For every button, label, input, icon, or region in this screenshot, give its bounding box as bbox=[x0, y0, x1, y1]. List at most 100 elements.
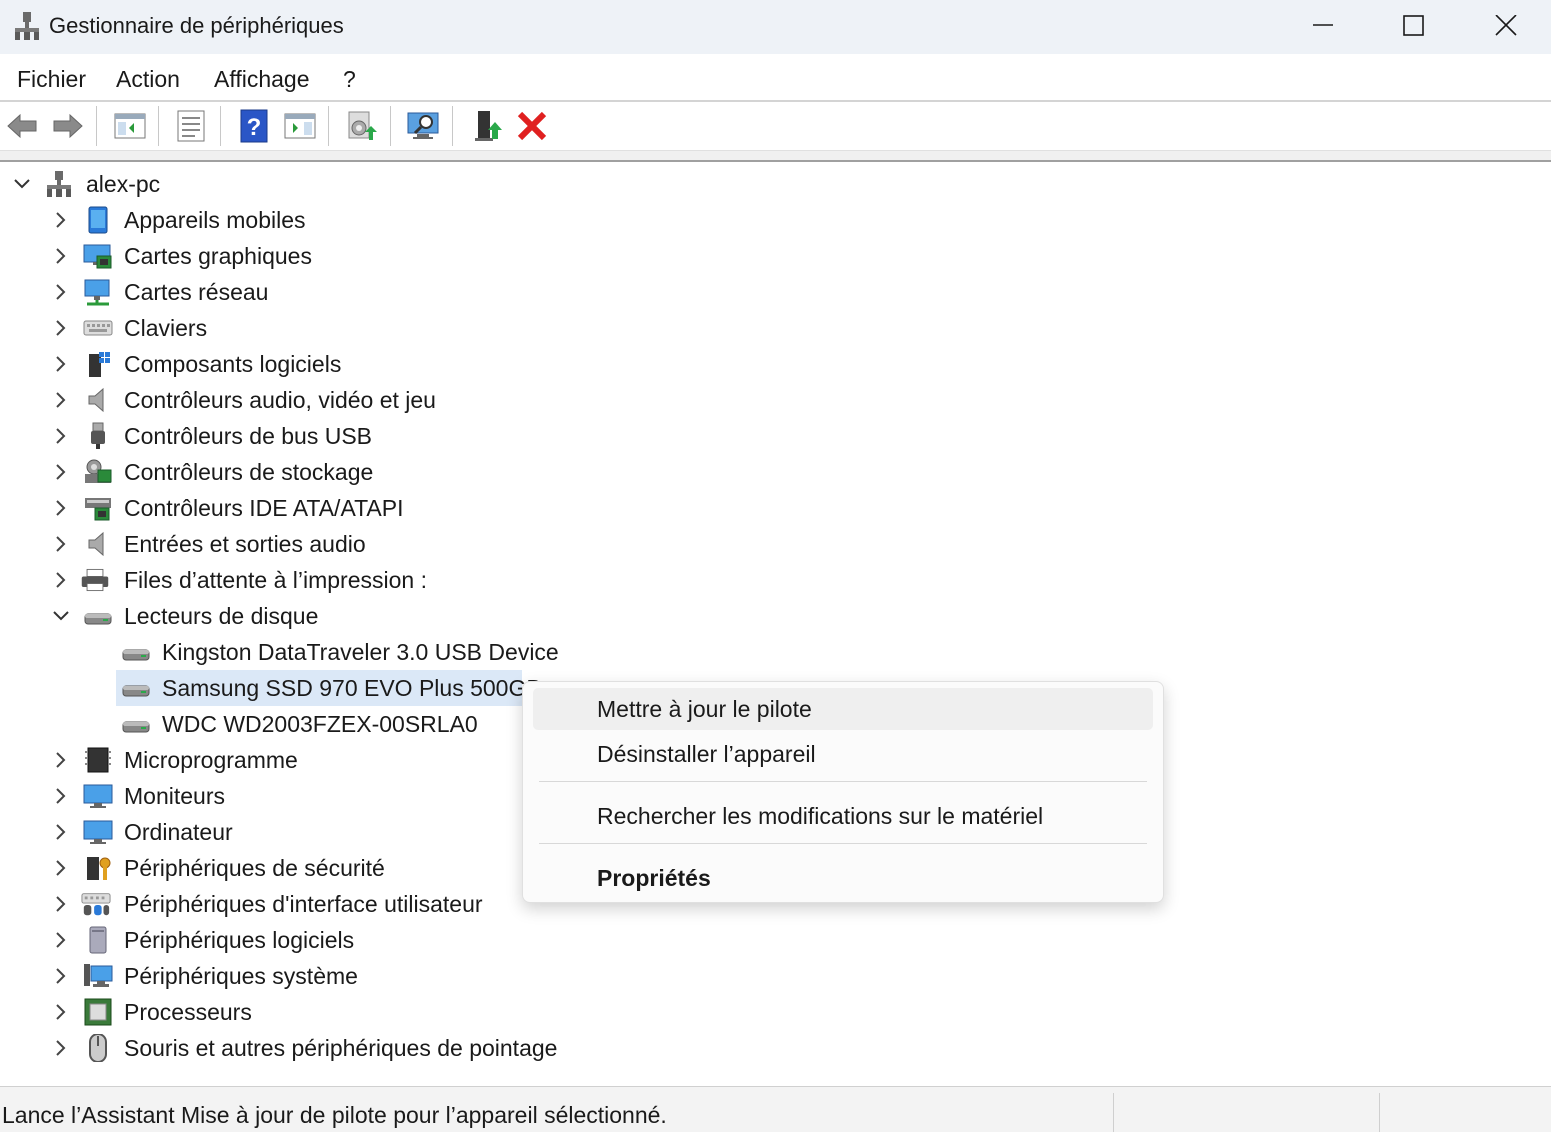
chevron-right-icon[interactable] bbox=[52, 319, 70, 337]
chevron-right-icon[interactable] bbox=[52, 391, 70, 409]
tree-item-label: Périphériques de sécurité bbox=[124, 855, 385, 881]
tree-item-cartes-graphiques[interactable]: Cartes graphiques bbox=[0, 238, 1000, 274]
tree-item-label: Périphériques logiciels bbox=[124, 927, 355, 953]
chevron-right-icon[interactable] bbox=[52, 1039, 70, 1057]
tree-item-label: Appareils mobiles bbox=[124, 207, 306, 233]
tree-item-peripheriques-logiciels[interactable]: Périphériques logiciels bbox=[0, 922, 1000, 958]
ctx-properties[interactable]: Propriétés bbox=[533, 857, 1153, 899]
disk-drive-icon bbox=[122, 685, 150, 697]
tree-item-cartes-reseau[interactable]: Cartes réseau bbox=[0, 274, 1000, 310]
ctx-separator bbox=[539, 843, 1147, 844]
tree-item-label: WDC WD2003FZEX-00SRLA0 bbox=[162, 711, 478, 737]
chevron-right-icon[interactable] bbox=[52, 751, 70, 769]
chevron-right-icon[interactable] bbox=[52, 967, 70, 985]
ctx-uninstall-device[interactable]: Désinstaller l’appareil bbox=[533, 733, 1153, 775]
chevron-right-icon[interactable] bbox=[52, 931, 70, 949]
chevron-right-icon[interactable] bbox=[52, 1003, 70, 1021]
speaker-icon bbox=[88, 531, 104, 557]
speaker-icon bbox=[88, 387, 104, 413]
tree-item-controleurs-audio[interactable]: Contrôleurs audio, vidéo et jeu bbox=[0, 382, 1000, 418]
chevron-down-icon[interactable] bbox=[13, 175, 31, 193]
menu-fichier[interactable]: Fichier bbox=[17, 66, 86, 93]
chevron-down-icon[interactable] bbox=[52, 607, 70, 625]
chevron-right-icon[interactable] bbox=[52, 895, 70, 913]
monitor-icon bbox=[83, 784, 113, 808]
tree-item-label: Contrôleurs IDE ATA/ATAPI bbox=[124, 495, 404, 521]
update-driver-icon[interactable] bbox=[343, 108, 379, 144]
chevron-right-icon[interactable] bbox=[52, 571, 70, 589]
tree-root[interactable]: alex-pc bbox=[0, 166, 1000, 202]
svg-text:?: ? bbox=[247, 114, 262, 141]
tree-item-label: Kingston DataTraveler 3.0 USB Device bbox=[162, 639, 559, 665]
forward-icon[interactable] bbox=[50, 108, 86, 144]
tree-item-controleurs-ide[interactable]: Contrôleurs IDE ATA/ATAPI bbox=[0, 490, 1000, 526]
maximize-button[interactable] bbox=[1368, 0, 1460, 54]
view-icon[interactable] bbox=[282, 108, 318, 144]
tree-item-label: Ordinateur bbox=[124, 819, 233, 845]
status-text: Lance l’Assistant Mise à jour de pilote … bbox=[2, 1102, 667, 1128]
tree-item-processeurs[interactable]: Processeurs bbox=[0, 994, 1000, 1030]
tree-item-label: Processeurs bbox=[124, 999, 252, 1025]
menu-affichage[interactable]: Affichage bbox=[214, 66, 309, 93]
chevron-right-icon[interactable] bbox=[52, 247, 70, 265]
back-icon[interactable] bbox=[4, 108, 40, 144]
scan-hardware-icon[interactable] bbox=[405, 108, 441, 144]
tree-item-label: Périphériques système bbox=[124, 963, 358, 989]
menu-action[interactable]: Action bbox=[116, 66, 180, 93]
tree-item-peripheriques-systeme[interactable]: Périphériques système bbox=[0, 958, 1000, 994]
ctx-scan-hardware[interactable]: Rechercher les modifications sur le maté… bbox=[533, 795, 1153, 837]
toolbar-separator bbox=[452, 106, 453, 146]
ctx-separator bbox=[539, 781, 1147, 782]
ctx-uninstall-device-label: Désinstaller l’appareil bbox=[597, 741, 816, 767]
computer-icon bbox=[83, 820, 113, 844]
status-bar: Lance l’Assistant Mise à jour de pilote … bbox=[0, 1086, 1551, 1132]
chevron-right-icon[interactable] bbox=[52, 283, 70, 301]
tree-item-composants-logiciels[interactable]: Composants logiciels bbox=[0, 346, 1000, 382]
chevron-right-icon[interactable] bbox=[52, 859, 70, 877]
tree-item-files-impression[interactable]: Files d’attente à l’impression : bbox=[0, 562, 1000, 598]
window-title: Gestionnaire de périphériques bbox=[49, 13, 344, 38]
tree-item-entrees-sorties-audio[interactable]: Entrées et sorties audio bbox=[0, 526, 1000, 562]
menu-help[interactable]: ? bbox=[343, 66, 356, 93]
tree-item-claviers[interactable]: Claviers bbox=[0, 310, 1000, 346]
tree-item-lecteurs-disque[interactable]: Lecteurs de disque bbox=[0, 598, 1000, 634]
computer-root-icon bbox=[47, 171, 71, 197]
tree-item-label: Files d’attente à l’impression : bbox=[124, 567, 427, 593]
chevron-right-icon[interactable] bbox=[52, 787, 70, 805]
tree-item-kingston[interactable]: Kingston DataTraveler 3.0 USB Device bbox=[0, 634, 1000, 670]
disk-drive-icon bbox=[84, 613, 112, 625]
show-hide-tree-icon[interactable] bbox=[112, 108, 148, 144]
chevron-right-icon[interactable] bbox=[52, 823, 70, 841]
tree-item-label: Lecteurs de disque bbox=[124, 603, 319, 629]
tree-item-label: Souris et autres périphériques de pointa… bbox=[124, 1035, 558, 1061]
tree-item-label: Composants logiciels bbox=[124, 351, 342, 377]
tree-item-controleurs-stockage[interactable]: Contrôleurs de stockage bbox=[0, 454, 1000, 490]
add-device-icon[interactable] bbox=[470, 108, 506, 144]
printer-icon bbox=[81, 568, 109, 592]
tree-item-souris[interactable]: Souris et autres périphériques de pointa… bbox=[0, 1030, 1000, 1066]
chevron-right-icon[interactable] bbox=[52, 463, 70, 481]
chevron-right-icon[interactable] bbox=[52, 427, 70, 445]
minimize-button[interactable] bbox=[1277, 0, 1369, 54]
firmware-chip-icon bbox=[85, 747, 111, 773]
ctx-update-driver[interactable]: Mettre à jour le pilote bbox=[533, 688, 1153, 730]
close-icon bbox=[1495, 15, 1517, 36]
tree-item-label: Samsung SSD 970 EVO Plus 500GB bbox=[162, 675, 542, 701]
chevron-right-icon[interactable] bbox=[52, 211, 70, 229]
chevron-right-icon[interactable] bbox=[52, 499, 70, 517]
security-key-icon bbox=[87, 857, 111, 880]
uninstall-icon[interactable] bbox=[514, 108, 550, 144]
tree-item-label: Entrées et sorties audio bbox=[124, 531, 366, 557]
tree-item-appareils-mobiles[interactable]: Appareils mobiles bbox=[0, 202, 1000, 238]
status-divider bbox=[1113, 1093, 1114, 1132]
properties-icon[interactable] bbox=[173, 108, 209, 144]
chevron-right-icon[interactable] bbox=[52, 535, 70, 553]
chevron-right-icon[interactable] bbox=[52, 355, 70, 373]
tree-item-controleurs-usb[interactable]: Contrôleurs de bus USB bbox=[0, 418, 1000, 454]
help-icon[interactable]: ? bbox=[236, 108, 272, 144]
device-manager-icon bbox=[15, 12, 39, 40]
graphics-card-icon bbox=[83, 244, 112, 269]
close-button[interactable] bbox=[1460, 0, 1551, 54]
title-bar: Gestionnaire de périphériques bbox=[0, 0, 1551, 54]
system-device-icon bbox=[84, 964, 113, 987]
